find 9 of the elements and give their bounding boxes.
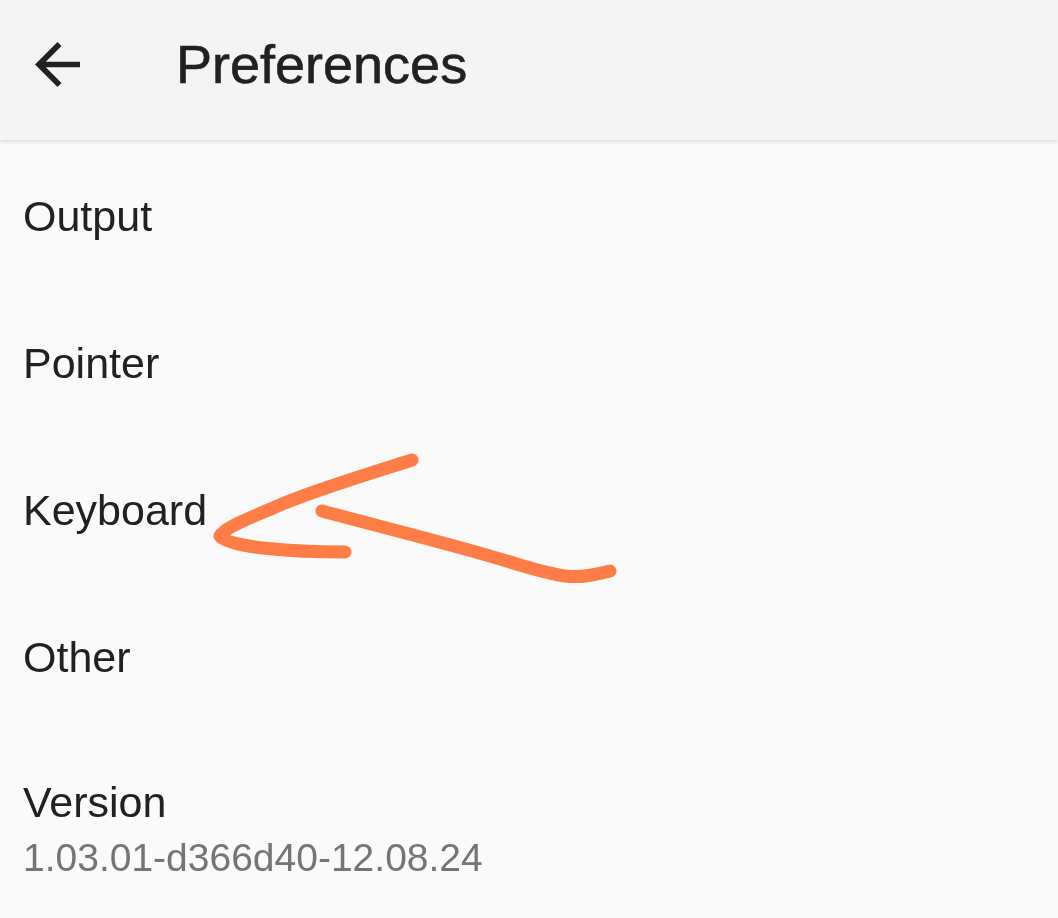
preference-item[interactable]: Output — [23, 190, 153, 243]
preference-item[interactable]: Pointer — [23, 337, 160, 390]
back-button[interactable] — [35, 41, 80, 87]
page-title: Preferences — [176, 32, 468, 96]
back-arrow-icon — [35, 41, 80, 87]
preference-item[interactable]: Other — [23, 631, 131, 684]
preference-item[interactable]: Keyboard — [23, 484, 208, 537]
version-number: 1.03.01-d366d40-12.08.24 — [23, 834, 483, 881]
preference-item[interactable]: Version — [23, 777, 167, 829]
